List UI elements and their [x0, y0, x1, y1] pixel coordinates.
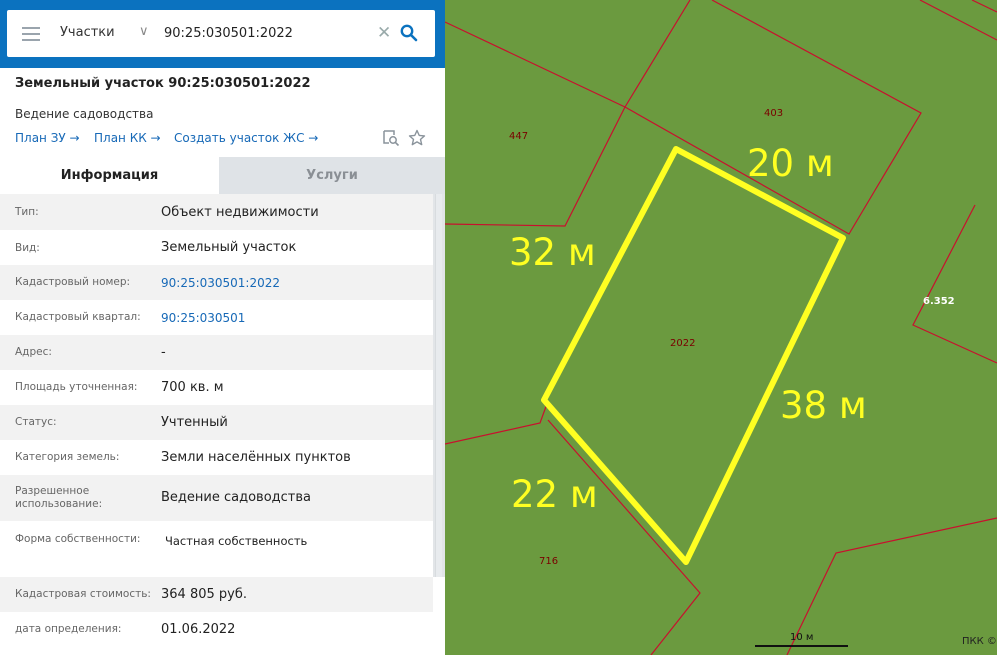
info-key: Вид:	[15, 242, 40, 254]
info-row-area: Площадь уточненная: 700 кв. м	[0, 370, 433, 405]
info-value: Частная собственность	[165, 534, 308, 548]
parcel-label-716: 716	[539, 556, 558, 567]
dimension-top: 20 м	[747, 142, 834, 185]
parcel-label-6352: 6.352	[923, 296, 955, 307]
scrollbar-thumb[interactable]	[435, 194, 442, 577]
info-key: Кадастровый номер:	[15, 276, 131, 288]
info-value: -	[161, 345, 166, 360]
info-value: Земельный участок	[161, 240, 297, 255]
info-row-kind: Вид: Земельный участок	[0, 230, 433, 265]
info-key: Статус:	[15, 416, 57, 428]
info-row-ownership: Форма собственности: Частная собственнос…	[0, 521, 433, 577]
search-bar: Участки ∨ 90:25:030501:2022 ✕	[0, 0, 445, 68]
map-background	[445, 0, 997, 655]
plan-kk-link[interactable]: План КК →	[94, 131, 161, 145]
info-key: Кадастровая стоимость:	[15, 588, 151, 600]
info-key: Разрешенное использование:	[15, 485, 103, 510]
tab-info[interactable]: Информация	[0, 157, 219, 194]
info-row-address: Адрес: -	[0, 335, 433, 370]
dimension-left: 32 м	[509, 231, 596, 274]
info-key: Категория земель:	[15, 451, 120, 463]
tab-services[interactable]: Услуги	[219, 157, 445, 194]
layer-select[interactable]: Участки	[60, 25, 115, 40]
tabs: Информация Услуги	[0, 157, 445, 194]
info-row-permitted-use: Разрешенное использование: Ведение садов…	[0, 475, 433, 521]
cadastral-quarter-link[interactable]: 90:25:030501	[161, 311, 245, 325]
info-value: Объект недвижимости	[161, 205, 319, 220]
info-row-cadastral-quarter: Кадастровый квартал: 90:25:030501	[0, 300, 433, 335]
copyright-label: ПКК ©	[962, 636, 997, 647]
info-row-land-category: Категория земель: Земли населённых пункт…	[0, 440, 433, 475]
info-key: Форма собственности:	[15, 533, 141, 545]
info-value: 700 кв. м	[161, 380, 224, 395]
create-parcel-link[interactable]: Создать участок ЖС →	[174, 131, 318, 145]
dimension-right: 38 м	[780, 384, 867, 427]
menu-icon[interactable]	[22, 27, 40, 41]
info-value: Учтенный	[161, 415, 228, 430]
info-row-cadastral-cost: Кадастровая стоимость: 364 805 руб.	[0, 577, 433, 612]
scale-label: 10 м	[790, 632, 814, 643]
info-value: Земли населённых пунктов	[161, 450, 351, 465]
info-value: Ведение садоводства	[161, 490, 311, 505]
info-key: Кадастровый квартал:	[15, 311, 141, 323]
info-row-cadastral-number: Кадастровый номер: 90:25:030501:2022	[0, 265, 433, 300]
page-title: Земельный участок 90:25:030501:2022	[15, 76, 311, 91]
plan-zu-link[interactable]: План ЗУ →	[15, 131, 80, 145]
parcel-label-403: 403	[764, 108, 783, 119]
info-value: 364 805 руб.	[161, 587, 247, 602]
info-value: 01.06.2022	[161, 622, 236, 637]
info-row-status: Статус: Учтенный	[0, 405, 433, 440]
search-input[interactable]: 90:25:030501:2022	[164, 26, 293, 41]
zoom-to-icon[interactable]	[382, 129, 400, 147]
search-icon[interactable]	[400, 24, 418, 42]
info-key: дата определения:	[15, 623, 122, 635]
parcel-label-2022: 2022	[670, 338, 695, 349]
info-row-type: Тип: Объект недвижимости	[0, 194, 433, 230]
star-icon[interactable]	[408, 129, 426, 147]
info-panel: Участки ∨ 90:25:030501:2022 ✕ Земельный …	[0, 0, 445, 655]
info-key: Адрес:	[15, 346, 52, 358]
info-row-valuation-date: дата определения: 01.06.2022	[0, 612, 433, 655]
cadastral-number-link[interactable]: 90:25:030501:2022	[161, 276, 280, 290]
page-subtitle: Ведение садоводства	[15, 107, 154, 121]
chevron-down-icon[interactable]: ∨	[139, 24, 149, 39]
clear-icon[interactable]: ✕	[377, 23, 391, 43]
parcel-label-447: 447	[509, 131, 528, 142]
scrollbar[interactable]	[433, 194, 445, 577]
search-box[interactable]: Участки ∨ 90:25:030501:2022 ✕	[7, 10, 435, 57]
info-key: Площадь уточненная:	[15, 381, 138, 393]
info-key: Тип:	[15, 206, 39, 218]
dimension-bottom: 22 м	[511, 473, 598, 516]
map-view[interactable]: 447 403 2022 6.352 716 20 м 32 м 38 м 22…	[445, 0, 997, 655]
